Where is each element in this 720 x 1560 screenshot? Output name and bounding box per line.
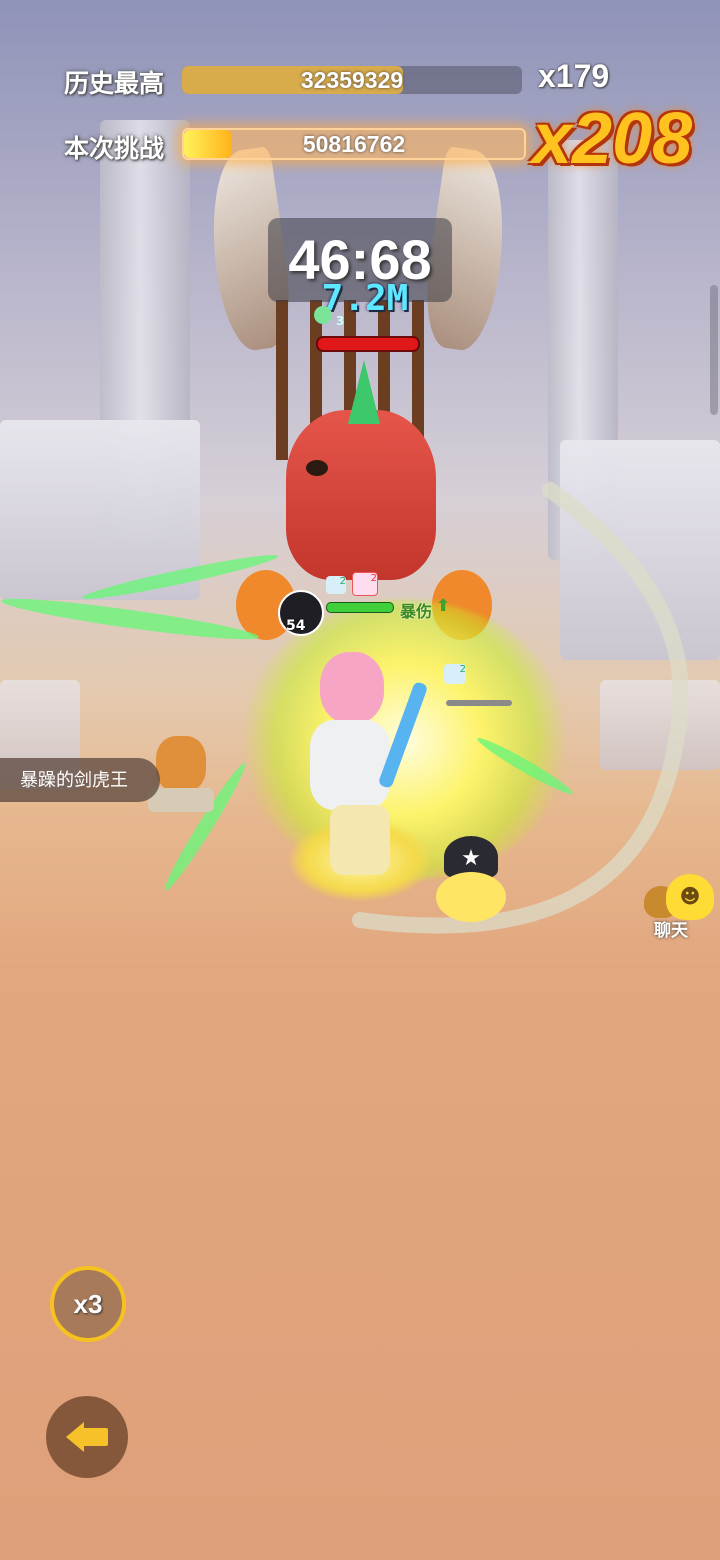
back-button[interactable] (46, 1396, 128, 1478)
game-screen: ★ 暴躁的剑虎王 54 2 2 暴伤 ⬆ 2 历史最高 32359329 x17… (0, 0, 720, 1560)
buff-label: 暴伤 (400, 602, 433, 621)
player-hair (320, 652, 384, 724)
shield-icon (314, 306, 332, 324)
pet-body (436, 872, 506, 922)
pet-companion: ★ (436, 836, 510, 926)
boss-hp-bar (316, 336, 420, 352)
player-legs (330, 805, 390, 875)
player-level: 54 (286, 618, 306, 634)
best-score-label: 历史最高 (64, 70, 165, 98)
player-character[interactable] (300, 640, 429, 890)
side-handle[interactable] (710, 285, 718, 415)
best-score-value: 32359329 (300, 67, 404, 93)
buff-icon-a: 2 (326, 576, 346, 594)
current-score-bar: 50816762 (182, 128, 526, 160)
player-body (310, 720, 390, 810)
boss-spike (348, 360, 380, 424)
npc-name-tag[interactable]: 暴躁的剑虎王 (0, 758, 160, 802)
best-multiplier: x179 (538, 58, 610, 94)
boss-eye (306, 460, 328, 476)
chat-bubbles-icon: ☻ (644, 872, 716, 922)
ally-hp-bar (446, 700, 512, 706)
buff-icon-b: 2 (352, 572, 378, 596)
back-arrow-icon (66, 1422, 108, 1452)
up-arrow-icon: ⬆ (436, 596, 451, 616)
shield-stack-count: 3 (336, 314, 345, 328)
chat-label[interactable]: 聊天 (654, 916, 688, 941)
npc-statue-base (148, 788, 214, 812)
speed-toggle-button[interactable]: x3 (50, 1266, 126, 1342)
player-hp-bar (326, 602, 394, 613)
green-slash-1 (0, 591, 260, 647)
best-score-bar: 32359329 (182, 66, 522, 94)
current-score-value: 50816762 (302, 131, 406, 157)
npc-statue-figure (156, 736, 206, 792)
ally-buff-icon: 2 (444, 664, 466, 684)
player-status: 54 2 2 暴伤 ⬆ (278, 572, 478, 636)
current-challenge-label: 本次挑战 (64, 135, 165, 163)
speed-label: x3 (73, 1289, 103, 1319)
current-multiplier: x208 (532, 99, 693, 179)
